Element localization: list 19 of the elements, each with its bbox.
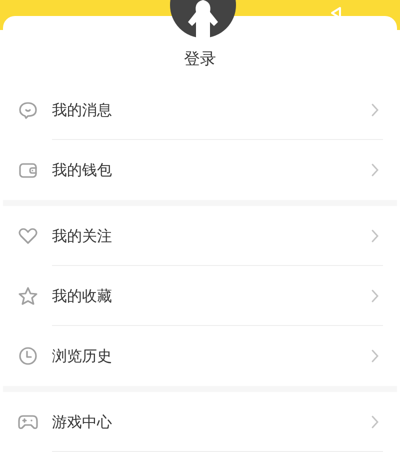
gamepad-icon — [18, 412, 38, 432]
menu-item[interactable]: 我的收藏 — [52, 286, 371, 306]
menu-item[interactable]: 游戏中心 — [52, 412, 371, 432]
menu-item[interactable]: 浏览历史 — [52, 346, 371, 366]
menu-item[interactable]: 我的消息 — [52, 100, 371, 120]
chevron-icon — [371, 163, 379, 177]
wallet-icon — [18, 160, 38, 180]
chevron-icon — [371, 349, 379, 363]
chevron-icon — [371, 289, 379, 303]
speech-bubble-icon — [18, 100, 38, 120]
menu-item[interactable]: 我的关注 — [52, 226, 371, 246]
login-link[interactable]: 登录 — [184, 49, 216, 70]
menu-item[interactable]: 我的钱包 — [52, 160, 371, 180]
chevron-icon — [371, 229, 379, 243]
chevron-icon — [371, 415, 379, 429]
star-icon — [18, 286, 38, 306]
chevron-icon — [371, 103, 379, 117]
heart-icon — [18, 226, 38, 246]
clock-icon — [18, 346, 38, 366]
